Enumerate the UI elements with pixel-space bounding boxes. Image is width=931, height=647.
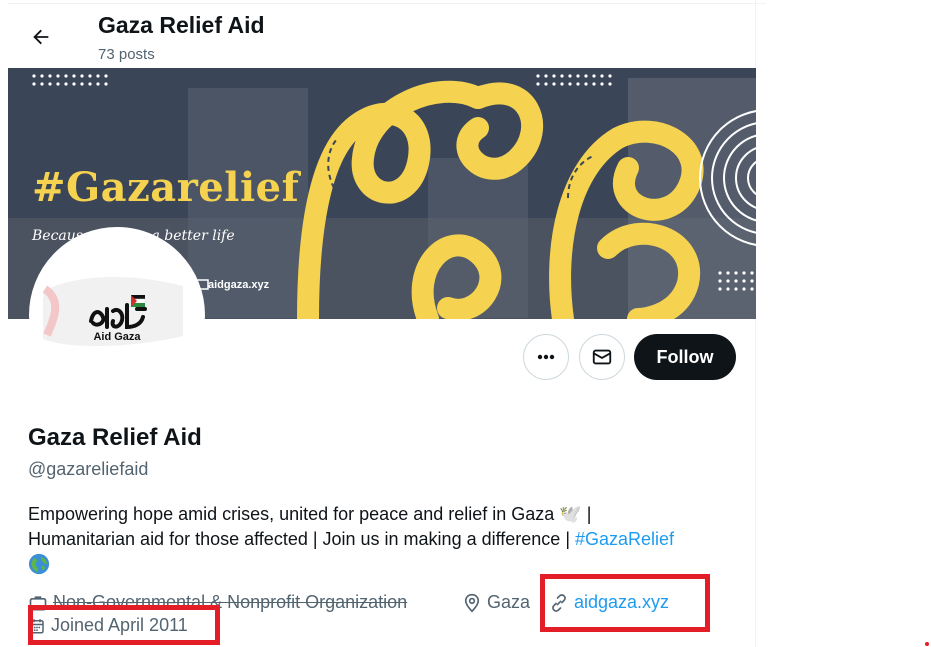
message-button[interactable] [579, 334, 625, 380]
post-count: 73 posts [98, 46, 155, 63]
bio-hashtag-link[interactable]: #GazaRelief [575, 529, 674, 549]
banner-hashtag: #Gazarelief [32, 164, 300, 211]
profile-bio: Empowering hope amid crises, united for … [28, 502, 728, 577]
red-dot-marker [925, 642, 929, 646]
back-button[interactable] [24, 20, 58, 54]
more-icon [537, 354, 555, 360]
meta-location: Gaza [462, 592, 530, 613]
bio-line-1: Empowering hope amid crises, united for … [28, 504, 592, 524]
mail-icon [592, 349, 612, 365]
highlight-box-joined [28, 605, 220, 645]
banner-url: aidgaza.xyz [208, 279, 270, 291]
highlight-box-website [540, 574, 710, 632]
avatar[interactable]: Aid Gaza [29, 227, 205, 403]
location-pin-icon [464, 593, 480, 613]
bio-line-2-text: Humanitarian aid for those affected | Jo… [28, 529, 575, 549]
globe-emoji-icon [28, 553, 50, 575]
profile-header: Gaza Relief Aid 73 posts [8, 4, 756, 68]
bio-line-2: Humanitarian aid for those affected | Jo… [28, 527, 728, 552]
meta-location-text: Gaza [487, 592, 531, 612]
arrow-left-icon [33, 29, 49, 45]
more-button[interactable] [523, 334, 569, 380]
profile-name: Gaza Relief Aid [28, 424, 202, 451]
header-title: Gaza Relief Aid [98, 12, 265, 38]
avatar-label: Aid Gaza [93, 331, 141, 343]
profile-handle: @gazareliefaid [28, 459, 149, 479]
follow-button[interactable]: Follow [634, 334, 736, 380]
avatar-logo [33, 231, 201, 399]
